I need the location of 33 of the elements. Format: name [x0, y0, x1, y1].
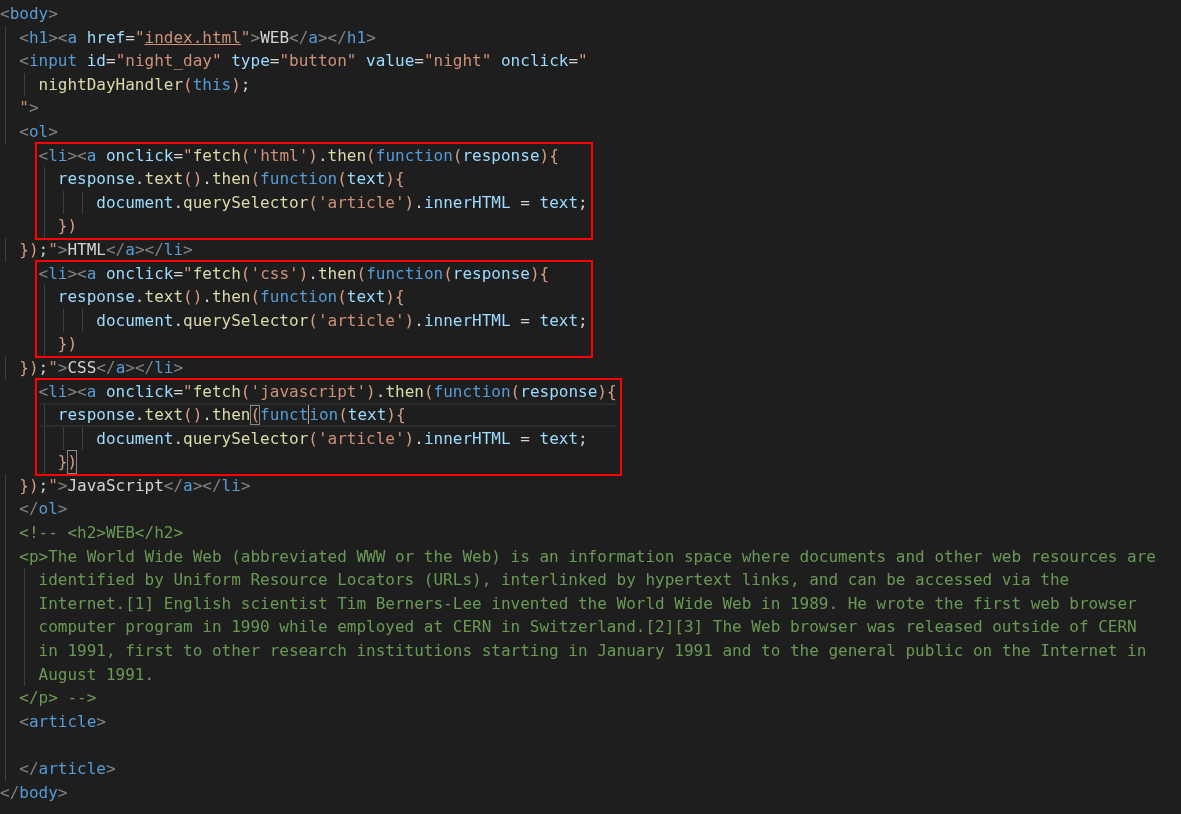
code-line: </ol>: [0, 497, 1181, 522]
code-line: computer program in 1990 while employed at CERN in Switzerland.[2][3] The Web browser was released outside of CERN: [0, 615, 1181, 640]
code-line: response.text().then(function(text){: [38, 285, 588, 309]
code-line: Internet.[1] English scientist Tim Berners-Lee invented the World Wide Web in 1989. He wrote the first web browser: [0, 591, 1181, 616]
code-line: <li><a onclick="fetch('html').then(function(response){: [38, 144, 560, 167]
code-line: response.text().then(function(text){: [38, 167, 588, 191]
code-line: <li><a onclick="fetch('css').then(function(response){: [38, 262, 551, 285]
code-line: });">HTML</a></li>: [0, 237, 1181, 262]
code-line: </p> -->: [0, 686, 1181, 710]
code-line: <input id="night_day" type="button" value="night" onclick=": [0, 49, 1181, 73]
code-line: });">JavaScript</a></li>: [0, 473, 1181, 498]
code-line: nightDayHandler(this);: [0, 72, 1181, 97]
code-line: <body>: [0, 3, 59, 25]
code-line: <h1><a href="index.html">WEB</a></h1>: [0, 25, 1181, 50]
code-line: }): [38, 214, 588, 238]
code-line: document.querySelector('article').innerHTML = text;: [38, 426, 617, 451]
code-line: </article>: [0, 757, 1181, 781]
code-line: </body>: [0, 781, 69, 804]
code-line: August 1991.: [0, 662, 1181, 687]
code-line: <p>The World Wide Web (abbreviated WWW or the Web) is an information space where documents and other web resources are: [0, 544, 1181, 569]
code-line: ">: [0, 96, 1181, 120]
code-line: <ol>: [0, 119, 1181, 144]
code-line: <article>: [0, 709, 1181, 734]
code-line: <li><a onclick="fetch('javascript').then(function(response){: [38, 380, 617, 403]
code-line: identified by Uniform Resource Locators (URLs), interlinked by hypertext links, and can be accessed via the: [0, 568, 1181, 592]
code-line: }): [38, 450, 617, 474]
code-line: document.querySelector('article').innerHTML = text;: [38, 190, 588, 215]
code-line: document.querySelector('article').innerHTML = text;: [38, 308, 588, 333]
code-line: <!-- <h2>WEB</h2>: [0, 521, 1181, 545]
code-line: }): [38, 332, 588, 356]
code-line: });">CSS</a></li>: [0, 355, 1181, 380]
code-line: response.text().then(function(text){: [38, 403, 617, 427]
code-line: in 1991, first to other research institutions starting in January 1991 and to the general public on the Internet in: [0, 639, 1181, 663]
